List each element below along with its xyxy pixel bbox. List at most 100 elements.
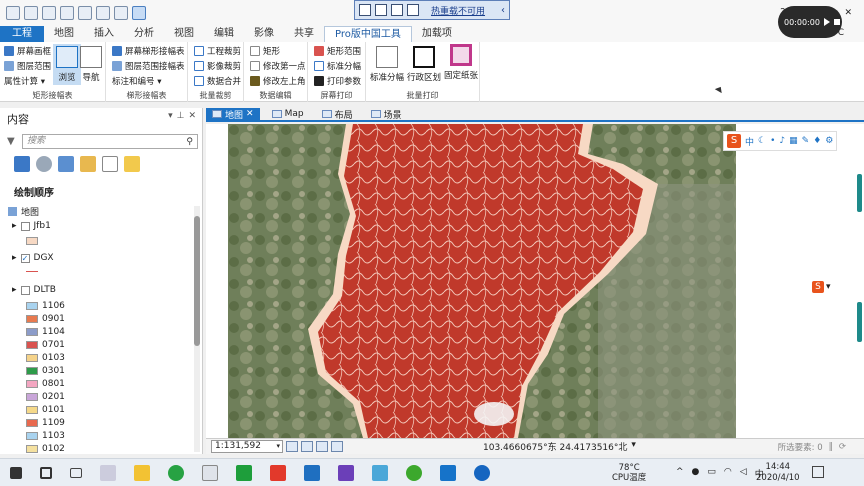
layer-checkbox[interactable] [20, 221, 30, 231]
expand-icon[interactable]: ▸ [12, 221, 17, 231]
refresh-icon[interactable]: ⟳ [839, 442, 846, 452]
pause-drawing-icon[interactable]: ‖ [829, 442, 833, 452]
customize-icon[interactable] [114, 5, 128, 20]
punct-icon[interactable]: • [770, 136, 775, 146]
undo-icon[interactable] [78, 5, 92, 20]
redo-icon[interactable] [96, 5, 110, 20]
toc-symbol-dgx[interactable] [26, 271, 38, 272]
legend-item[interactable]: 1103 [26, 431, 65, 441]
screen-frame-button[interactable]: 屏幕画框 [4, 45, 51, 57]
app-blue-icon[interactable] [474, 464, 490, 481]
legend-item[interactable]: 0901 [26, 314, 65, 324]
labeling-icon[interactable] [124, 156, 140, 172]
tray-app-icon[interactable]: ● [692, 467, 700, 480]
arcgis-icon[interactable] [304, 464, 320, 481]
tab-map-view[interactable]: 地图 ✕ [206, 108, 260, 121]
battery-icon[interactable]: ▭ [707, 467, 716, 480]
save-as-icon[interactable] [60, 5, 74, 20]
play-icon[interactable] [823, 18, 830, 26]
network-icon[interactable]: ◠ [724, 467, 732, 480]
cpu-temp-widget[interactable]: 78°C CPU温度 [612, 463, 646, 483]
hot-reload-link[interactable]: 热重载不可用 [431, 4, 485, 17]
side-panel-handle-2[interactable] [857, 302, 862, 342]
new-project-icon[interactable] [6, 5, 20, 20]
tab-layout[interactable]: 布局 [316, 108, 359, 121]
modify-topleft-button[interactable]: 修改左上角 [250, 75, 306, 87]
toc-symbol-jfb1[interactable] [26, 237, 38, 245]
screen-trap-button[interactable]: 屏幕梯形接幅表 [112, 45, 185, 57]
moon-icon[interactable]: ☾ [758, 136, 766, 146]
tab-project[interactable]: 工程 [0, 26, 44, 42]
table-icon[interactable] [301, 441, 313, 452]
editing-icon[interactable] [80, 156, 96, 172]
legend-item[interactable]: 1109 [26, 418, 65, 428]
tab-edit[interactable]: 编辑 [204, 26, 244, 42]
widgets-icon[interactable] [100, 464, 116, 481]
windows-start-icon[interactable] [10, 466, 22, 479]
draw-order-icon[interactable] [14, 156, 30, 172]
legend-item[interactable]: 0102 [26, 444, 65, 454]
selection-icon[interactable] [58, 156, 74, 172]
pin-icon[interactable]: ⊥ [177, 111, 185, 121]
explore-button[interactable]: 浏览 [53, 44, 81, 85]
navigate-button[interactable]: 导航 [80, 46, 102, 83]
filter-icon[interactable]: ▼ [7, 136, 15, 147]
legend-item[interactable]: 0301 [26, 366, 65, 376]
open-project-icon[interactable] [24, 5, 38, 20]
admin-division-button[interactable]: 行政区划 [407, 46, 441, 83]
data-source-icon[interactable] [36, 156, 52, 172]
navigate-icon[interactable] [331, 441, 343, 452]
scale-select[interactable]: 1:131,592 ▾ [211, 440, 283, 453]
tab-view[interactable]: 视图 [164, 26, 204, 42]
search-icon[interactable] [40, 466, 52, 479]
standard-sheet-button[interactable]: 标准分幅 [314, 60, 361, 72]
mic-icon[interactable]: ♪ [779, 136, 785, 146]
legend-item[interactable]: 1106 [26, 301, 65, 311]
tab-insert[interactable]: 插入 [84, 26, 124, 42]
app-icon[interactable] [372, 464, 388, 481]
legend-item[interactable]: 0801 [26, 379, 65, 389]
layout-icon[interactable] [391, 4, 403, 16]
select-tool-icon[interactable] [132, 5, 146, 20]
contents-scrollbar[interactable] [194, 206, 200, 452]
keyboard-icon[interactable]: ▦ [789, 136, 798, 146]
field-calc-button[interactable]: 属性计算 ▾ [4, 75, 45, 87]
label-number-button[interactable]: 标注和编号 ▾ [112, 75, 161, 87]
tab-analysis[interactable]: 分析 [124, 26, 164, 42]
map-canvas[interactable] [228, 124, 736, 438]
pane-close-icon[interactable]: ✕ [188, 111, 196, 121]
contents-search-input[interactable]: 搜索 ⚲ [22, 134, 198, 149]
tab-china-tools[interactable]: Pro版中国工具 [324, 26, 412, 42]
tab-addins[interactable]: 加载项 [412, 26, 462, 42]
grid-icon[interactable] [316, 441, 328, 452]
global-mapper-icon[interactable] [406, 464, 422, 481]
foxit-icon[interactable] [270, 464, 286, 481]
close-button[interactable]: ✕ [844, 8, 852, 18]
print-params-button[interactable]: 打印参数 [314, 75, 361, 87]
legend-item[interactable]: 0701 [26, 340, 65, 350]
visual-studio-icon[interactable] [338, 464, 354, 481]
layer-checkbox[interactable] [20, 285, 30, 295]
legend-item[interactable]: 1104 [26, 327, 65, 337]
project-clip-button[interactable]: 工程裁剪 [194, 45, 241, 57]
snapping-icon[interactable] [102, 156, 118, 172]
legend-item[interactable]: 0101 [26, 405, 65, 415]
scroll-thumb[interactable] [194, 216, 200, 346]
legend-item[interactable]: 0201 [26, 392, 65, 402]
toc-layer-dltb[interactable]: ▸ DLTB [12, 285, 56, 295]
tab-map[interactable]: 地图 [44, 26, 84, 42]
tab-close-icon[interactable]: ✕ [246, 109, 254, 119]
tab-share[interactable]: 共享 [284, 26, 324, 42]
notepad-icon[interactable] [202, 464, 218, 481]
batch-standard-button[interactable]: 标准分幅 [370, 46, 404, 83]
ime-mini[interactable]: S ▾ [812, 281, 831, 293]
pause-icon[interactable] [359, 4, 371, 16]
image-clip-button[interactable]: 影像裁剪 [194, 60, 241, 72]
tab-map-english[interactable]: Map [266, 108, 310, 120]
fixed-paper-button[interactable]: 固定纸张 [444, 44, 478, 81]
tree-icon[interactable] [407, 4, 419, 16]
recorder-app-icon[interactable] [440, 464, 456, 481]
side-panel-handle[interactable] [857, 174, 862, 212]
expand-icon[interactable]: ▸ [12, 285, 17, 295]
tab-imagery[interactable]: 影像 [244, 26, 284, 42]
